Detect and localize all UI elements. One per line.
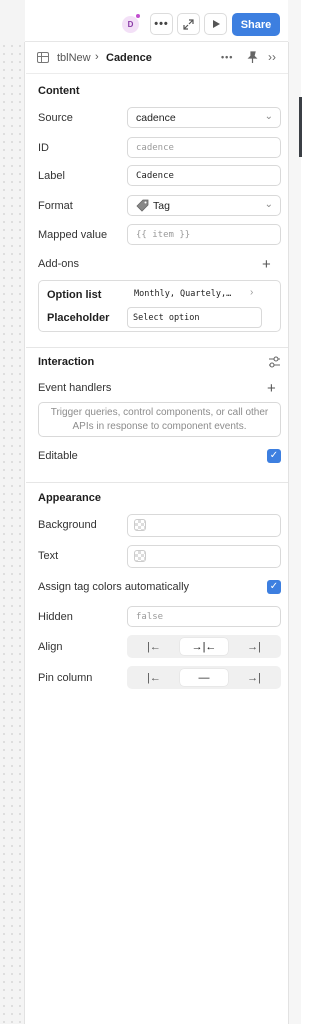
pin-right-icon: →|: [247, 671, 261, 684]
source-label: Source: [38, 112, 73, 124]
placeholder-label: Placeholder: [47, 312, 110, 324]
breadcrumb-separator: ›: [95, 51, 99, 63]
align-left-icon: |←: [147, 640, 161, 653]
color-swatch-icon[interactable]: [134, 550, 146, 562]
share-button[interactable]: Share: [232, 13, 280, 36]
ellipsis-icon[interactable]: •••: [221, 52, 233, 62]
pin-left-option[interactable]: |←: [130, 669, 178, 686]
hidden-field[interactable]: false: [127, 606, 281, 627]
check-icon: ✓: [269, 450, 279, 461]
top-toolbar: D ••• Share: [0, 0, 301, 42]
label-value: Cadence: [136, 171, 174, 181]
pin-right-option[interactable]: →|: [230, 669, 278, 686]
format-select[interactable]: Tag ⌄: [127, 195, 281, 216]
option-list-label[interactable]: Option list: [47, 289, 101, 301]
section-divider: [26, 482, 288, 483]
pin-column-label: Pin column: [38, 672, 93, 684]
id-field[interactable]: cadence: [127, 137, 281, 158]
play-icon: [212, 20, 220, 28]
align-center-option[interactable]: →|←: [180, 638, 228, 655]
breadcrumb-current: Cadence: [106, 52, 152, 64]
app-canvas[interactable]: [0, 42, 25, 1024]
source-select[interactable]: cadence ⌄: [127, 107, 281, 128]
label-label: Label: [38, 170, 65, 182]
breadcrumb: tblNew › Cadence ••• ››: [26, 42, 288, 74]
format-value: Tag: [153, 200, 170, 212]
right-edge-strip: [288, 42, 302, 1024]
event-handlers-hint: Trigger queries, control components, or …: [38, 402, 281, 437]
id-label: ID: [38, 142, 49, 154]
expand-button[interactable]: [177, 13, 200, 35]
source-value: cadence: [136, 112, 176, 124]
align-left-option[interactable]: |←: [130, 638, 178, 655]
pin-none-icon: —: [198, 671, 210, 684]
align-center-icon: →|←: [191, 640, 217, 653]
color-swatch-icon[interactable]: [134, 519, 146, 531]
align-label: Align: [38, 641, 63, 653]
mapped-value-label: Mapped value: [38, 229, 108, 241]
hidden-placeholder: false: [136, 612, 164, 622]
hidden-label: Hidden: [38, 611, 73, 623]
option-list-value[interactable]: Monthly, Quartely,…: [134, 289, 231, 299]
background-color-field[interactable]: [127, 514, 281, 537]
section-divider: [26, 347, 288, 348]
ellipsis-icon: •••: [154, 18, 169, 30]
presence-dot: [135, 13, 141, 19]
editable-checkbox[interactable]: ✓: [267, 449, 281, 463]
placeholder-field[interactable]: Select option: [127, 307, 262, 328]
collapse-panel-icon[interactable]: ››: [268, 50, 276, 64]
assign-tag-colors-label: Assign tag colors automatically: [38, 581, 190, 593]
section-title-interaction: Interaction: [38, 356, 95, 368]
mapped-value-field[interactable]: {{ item }}: [127, 224, 281, 245]
mapped-value-placeholder: {{ item }}: [136, 230, 191, 240]
sliders-icon[interactable]: [268, 356, 281, 368]
event-handlers-label: Event handlers: [38, 382, 112, 394]
expand-icon: [183, 18, 194, 30]
table-icon: [37, 52, 49, 63]
background-label: Background: [38, 519, 97, 531]
addons-list: Option list Monthly, Quartely,… › Placeh…: [38, 280, 281, 332]
format-label: Format: [38, 200, 73, 212]
add-event-handler-icon[interactable]: +: [267, 381, 276, 396]
more-menu-button[interactable]: •••: [150, 13, 173, 35]
chevron-down-icon: ⌄: [264, 111, 273, 122]
check-icon: ✓: [269, 581, 279, 592]
text-color-label: Text: [38, 550, 59, 562]
edge-handle: [299, 97, 302, 157]
assign-tag-colors-checkbox[interactable]: ✓: [267, 580, 281, 594]
canvas-strip: [0, 0, 25, 42]
pin-column-segmented-control: |← — →|: [127, 666, 281, 689]
label-field[interactable]: Cadence: [127, 165, 281, 186]
tag-icon: [136, 199, 149, 212]
chevron-right-icon[interactable]: ›: [250, 287, 253, 298]
align-right-option[interactable]: →|: [230, 638, 278, 655]
align-segmented-control: |← →|← →|: [127, 635, 281, 658]
pin-left-icon: |←: [147, 671, 161, 684]
pin-icon[interactable]: [246, 51, 259, 64]
editable-label: Editable: [38, 450, 78, 462]
align-right-icon: →|: [247, 640, 261, 653]
add-addon-icon[interactable]: +: [262, 257, 271, 272]
text-color-field[interactable]: [127, 545, 281, 568]
right-edge: [288, 0, 301, 42]
id-placeholder: cadence: [136, 143, 174, 153]
breadcrumb-parent[interactable]: tblNew: [57, 52, 91, 64]
placeholder-value: Select option: [133, 313, 200, 323]
inspector-panel: tblNew › Cadence ••• ›› Content Source c…: [26, 42, 288, 1024]
addons-label: Add-ons: [38, 258, 79, 270]
preview-button[interactable]: [204, 13, 227, 35]
section-title-appearance: Appearance: [38, 492, 101, 504]
section-title-content: Content: [38, 85, 80, 97]
pin-none-option[interactable]: —: [180, 669, 228, 686]
chevron-down-icon: ⌄: [264, 199, 273, 210]
